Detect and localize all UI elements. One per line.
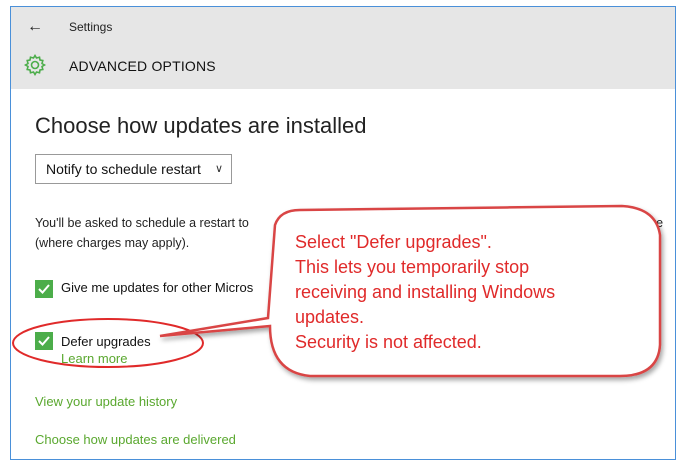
checkmark-icon (38, 336, 50, 346)
checkmark-icon (38, 284, 50, 294)
app-title: Settings (69, 20, 113, 34)
delivery-options-link[interactable]: Choose how updates are delivered (35, 432, 236, 447)
gear-icon (23, 53, 47, 77)
back-arrow-icon[interactable]: ← (27, 17, 43, 37)
callout-line-5: Security is not affected. (295, 332, 482, 352)
restart-mode-dropdown[interactable]: Notify to schedule restart ∨ (35, 154, 232, 184)
dropdown-selected-value: Notify to schedule restart (46, 161, 201, 177)
learn-more-link[interactable]: Learn more (61, 351, 127, 366)
defer-upgrades-checkbox[interactable] (35, 332, 53, 350)
page-heading: Choose how updates are installed (35, 113, 367, 138)
other-updates-label: Give me updates for other Micros (61, 280, 254, 295)
callout-text: Select "Defer upgrades". This lets you t… (295, 230, 655, 355)
defer-upgrades-label: Defer upgrades (61, 334, 151, 349)
callout-line-3: receiving and installing Windows (295, 282, 556, 302)
header-bar: ← Settings ADVANCED OPTIONS (11, 7, 675, 89)
chevron-down-icon: ∨ (214, 163, 223, 175)
callout-line-2: This lets you temporarily stop (295, 257, 530, 277)
other-updates-checkbox[interactable] (35, 280, 53, 298)
callout-line-4: updates. (295, 307, 365, 327)
section-title: ADVANCED OPTIONS (69, 58, 216, 74)
callout-line-1: Select "Defer upgrades". (295, 232, 492, 252)
update-history-link[interactable]: View your update history (35, 394, 177, 409)
